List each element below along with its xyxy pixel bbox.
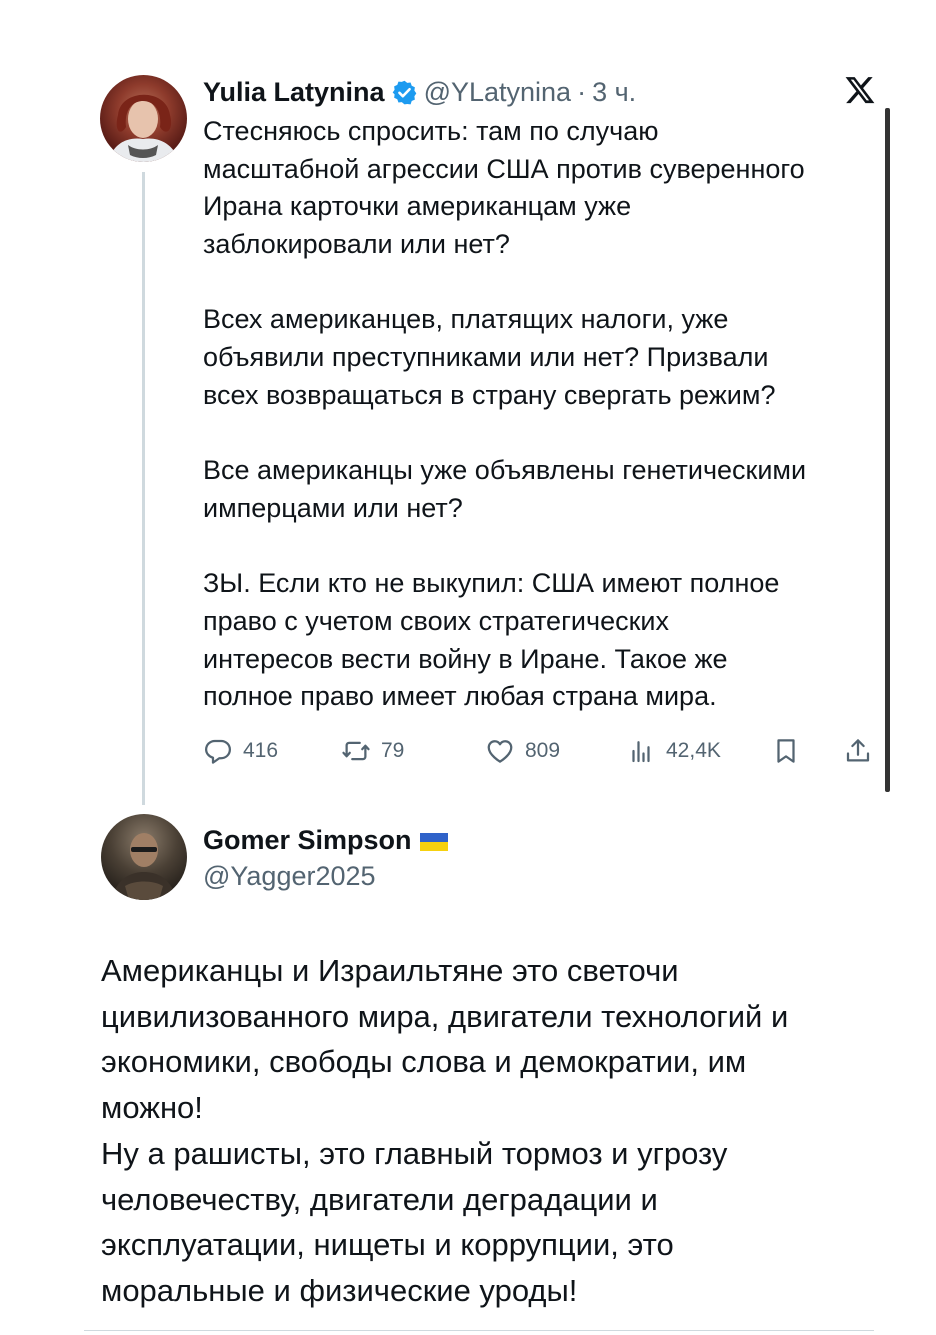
tweet-text-line: полное право имеет любая страна мира. bbox=[203, 681, 717, 712]
tweet-text-line: право с учетом своих стратегических bbox=[203, 605, 669, 636]
share-icon bbox=[846, 739, 870, 762]
tweet-text-line: Всех американцев, платящих налоги, уже bbox=[203, 304, 729, 335]
reply-header: Gomer Simpson @Yagger2025 bbox=[203, 823, 448, 892]
reply-text-line: эксплуатации, нищеты и коррупции, это bbox=[101, 1227, 674, 1263]
repost-icon bbox=[342, 741, 370, 761]
reply-text-line: человечеству, двигатели деградации и bbox=[101, 1181, 658, 1217]
tweet-text-line: объявили преступниками или нет? Призвали bbox=[203, 341, 769, 372]
reply-count: 416 bbox=[243, 739, 279, 762]
repost-count: 79 bbox=[381, 739, 405, 762]
avatar-icon bbox=[108, 94, 180, 162]
tweet-text-line: имперцами или нет? bbox=[203, 492, 463, 523]
tweet-body: Стесняюсь спросить: там по случаю масшта… bbox=[203, 113, 893, 716]
bookmark-icon bbox=[777, 739, 795, 763]
reply-text-line: моральные и физические уроды! bbox=[101, 1272, 578, 1308]
heart-icon bbox=[487, 740, 513, 763]
ukraine-flag-icon bbox=[419, 833, 448, 851]
views-count: 42,4K bbox=[666, 739, 721, 762]
author-avatar[interactable] bbox=[100, 75, 187, 162]
author-display-name[interactable]: Yulia Latynina bbox=[203, 77, 385, 108]
x-logo-icon bbox=[845, 77, 875, 104]
reply-text-line: цивилизованного мира, двигатели технолог… bbox=[101, 998, 789, 1034]
reply-text-line: Американцы и Израильтяне это светочи bbox=[101, 953, 679, 988]
views-chart-icon bbox=[632, 741, 650, 763]
avatar-icon bbox=[111, 833, 177, 900]
tweet-text-line: Все американцы уже объявлены генетически… bbox=[203, 455, 807, 486]
reply-button[interactable]: 416 bbox=[203, 733, 278, 769]
reply-body: Американцы и Израильтяне это светочи цив… bbox=[101, 948, 901, 1314]
tweet-timestamp[interactable]: 3 ч. bbox=[592, 77, 636, 108]
tweet-text-line: ЗЫ. Если кто не выкупил: США имеют полно… bbox=[203, 568, 780, 599]
author-handle[interactable]: @YLatynina bbox=[424, 77, 572, 108]
verified-badge-icon bbox=[392, 80, 416, 104]
tweet-text-line: интересов вести войну в Иране. Такое же bbox=[203, 643, 728, 674]
reply-icon bbox=[205, 739, 231, 764]
tweet-text-line: заблокировали или нет? bbox=[203, 228, 510, 259]
tweet-text-line: Стесняюсь спросить: там по случаю bbox=[203, 116, 659, 146]
tweet-text-line: всех возвращаться в страну свергать режи… bbox=[203, 379, 776, 410]
views-button[interactable]: 42,4K bbox=[626, 733, 721, 769]
reply-author-display-name[interactable]: Gomer Simpson bbox=[203, 825, 412, 856]
reply-author-avatar[interactable] bbox=[101, 814, 187, 900]
share-button[interactable] bbox=[843, 733, 873, 769]
bookmark-button[interactable] bbox=[771, 733, 801, 769]
thread-connector-line bbox=[142, 172, 145, 805]
like-count: 809 bbox=[525, 739, 561, 762]
like-button[interactable]: 809 bbox=[485, 733, 560, 769]
reply-text-line: можно! bbox=[101, 1090, 203, 1126]
tweet-action-bar: 416 79 809 42,4K bbox=[203, 733, 883, 769]
reply-text-line: экономики, свободы слова и демократии, и… bbox=[101, 1044, 747, 1080]
reply-text-line: Ну а рашисты, это главный тормоз и угроз… bbox=[101, 1135, 728, 1171]
meta-separator: · bbox=[577, 76, 587, 107]
bottom-divider bbox=[84, 1330, 874, 1331]
tweet-text-line: масштабной агрессии США против суверенно… bbox=[203, 153, 805, 184]
tweet-header: Yulia Latynina @YLatynina · 3 ч. bbox=[203, 75, 636, 109]
reply-author-handle[interactable]: @Yagger2025 bbox=[203, 861, 448, 892]
tweet-text-line: Ирана карточки американцам уже bbox=[203, 191, 632, 222]
repost-button[interactable]: 79 bbox=[341, 733, 404, 769]
